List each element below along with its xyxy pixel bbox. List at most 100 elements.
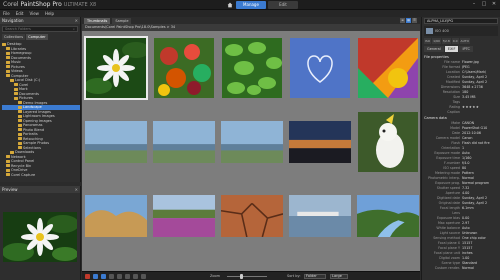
- list-view-icon[interactable]: ≡: [400, 18, 405, 23]
- folder-icon: [6, 173, 10, 177]
- filename-field[interactable]: ALPHA_LILY.JPG: [424, 18, 498, 24]
- grid-view-icon[interactable]: ▦: [406, 18, 411, 23]
- tab-iptc[interactable]: IPTC: [459, 46, 473, 52]
- info-value[interactable]: [462, 110, 500, 115]
- zoom-slider-handle[interactable]: [239, 274, 243, 279]
- info-row: Custom render. Normal: [422, 266, 500, 271]
- thumbnail-river-valley[interactable]: [357, 195, 419, 237]
- home-icon[interactable]: [227, 2, 233, 8]
- info-key: Custom render.: [434, 266, 460, 270]
- folder-search-input[interactable]: Search Folders ⌕: [2, 26, 78, 32]
- folder-icon: [6, 65, 10, 69]
- preview-title: Preview: [2, 187, 18, 192]
- app-title-main: PaintShop Pro: [20, 1, 62, 8]
- rotate-right-icon[interactable]: [101, 274, 106, 279]
- folder-icon: [6, 159, 10, 163]
- thumbnail-green-leaves[interactable]: [222, 38, 282, 98]
- app-title-prefix: Corel: [3, 1, 19, 8]
- maximize-button[interactable]: □: [480, 1, 488, 8]
- close-panel-icon[interactable]: ✕: [75, 17, 78, 24]
- folder-icon: [10, 150, 14, 154]
- share-icon[interactable]: [133, 274, 138, 279]
- breadcrumb[interactable]: Documents\Corel PaintShop Pro\18.0\Sampl…: [82, 24, 420, 31]
- tab-collections[interactable]: Collections: [2, 34, 26, 40]
- preview-image: [3, 212, 77, 262]
- folder-icon: [6, 168, 10, 172]
- folder-icon: [18, 146, 22, 150]
- navigation-title: Navigation: [2, 18, 24, 23]
- camera-summary-label: ISO 400: [435, 29, 449, 33]
- thumbnail-fruit-market[interactable]: [154, 38, 214, 98]
- print-icon[interactable]: [141, 274, 146, 279]
- thumbnail-harbor-boats[interactable]: [289, 195, 351, 237]
- close-preview-icon[interactable]: ✕: [75, 186, 78, 193]
- folder-icon: [18, 132, 22, 136]
- folder-icon: [6, 60, 10, 64]
- folder-icon: [18, 141, 22, 145]
- select-all-icon[interactable]: [109, 274, 114, 279]
- menu-file[interactable]: File: [3, 10, 10, 17]
- search-icon[interactable]: ⌕: [73, 27, 75, 31]
- thumbnail-colorful-umbrella[interactable]: [358, 38, 418, 98]
- rotate-left-icon[interactable]: [93, 274, 98, 279]
- thumbnail-cracked-clay[interactable]: [221, 195, 283, 237]
- sort-select[interactable]: Folder: [304, 274, 326, 279]
- thumbnail-water-lily[interactable]: [84, 36, 148, 100]
- thumbnail-heart-drawing[interactable]: [290, 38, 350, 98]
- zoom-label: Zoom: [210, 274, 221, 278]
- thumbnail-panorama-3[interactable]: [221, 121, 283, 163]
- folder-icon: [6, 56, 10, 60]
- camera-setting: f/2.8: [441, 38, 451, 44]
- menu-help[interactable]: Help: [45, 10, 54, 17]
- bottom-toolbar: Zoom Sort by: Folder Large: [82, 271, 420, 280]
- thumbnail-grid: [82, 31, 420, 271]
- minimize-button[interactable]: –: [470, 1, 478, 8]
- tab-computer[interactable]: Computer: [26, 34, 48, 40]
- folder-search-placeholder: Search Folders: [5, 27, 31, 31]
- thumbnail-panorama-dusk[interactable]: [289, 121, 351, 163]
- tab-exif[interactable]: EXIF: [444, 46, 459, 52]
- close-button[interactable]: ✕: [490, 1, 498, 8]
- delete-icon[interactable]: [85, 274, 90, 279]
- info-value[interactable]: Normal: [462, 266, 500, 271]
- tree-item-label: Corel Capture: [11, 172, 36, 177]
- folder-icon: [14, 96, 18, 100]
- thumbnail-tabs: Thumbnails Sample ≡ ▦ ☰: [82, 17, 420, 24]
- folder-icon: [18, 123, 22, 127]
- app-title-badge: ULTIMATE: [63, 2, 88, 8]
- menu-edit[interactable]: Edit: [16, 10, 24, 17]
- thumbnail-panorama-1[interactable]: [85, 121, 147, 163]
- details-view-icon[interactable]: ☰: [412, 18, 417, 23]
- folder-icon: [14, 87, 18, 91]
- sort-label: Sort by:: [287, 274, 301, 278]
- app-title: Corel PaintShop Pro ULTIMATE X8: [3, 1, 96, 8]
- camera-setting: 1/60: [432, 38, 441, 44]
- folder-icon: [18, 137, 22, 141]
- info-panel: ALPHA_LILY.JPG ISO 400 ISO 1/60 f/2.8 0.0 AU…: [421, 17, 500, 280]
- folder-icon: [18, 105, 22, 109]
- size-select[interactable]: Large: [330, 274, 348, 279]
- folder-icon: [18, 110, 22, 114]
- preview-panel: Preview ✕: [0, 186, 81, 280]
- title-bar: Corel PaintShop Pro ULTIMATE X8 Manage E…: [0, 0, 500, 10]
- tab-manage[interactable]: Manage: [236, 1, 266, 9]
- zoom-slider[interactable]: [227, 276, 267, 277]
- thumbnail-desert-rocks[interactable]: [85, 195, 147, 237]
- compare-icon[interactable]: [117, 274, 122, 279]
- folder-icon: [18, 128, 22, 132]
- menu-view[interactable]: View: [29, 10, 39, 17]
- folder-icon: [14, 92, 18, 96]
- tag-icon[interactable]: [125, 274, 130, 279]
- navigation-panel: Navigation ✕ Search Folders ⌕ Collection…: [0, 17, 81, 182]
- app-title-version: X8: [89, 2, 97, 8]
- tab-general[interactable]: General: [424, 46, 444, 52]
- tab-edit[interactable]: Edit: [268, 1, 298, 9]
- thumbnail-cockatoo[interactable]: [358, 112, 418, 172]
- folder-icon: [6, 51, 10, 55]
- thumbnail-panorama-2[interactable]: [153, 121, 215, 163]
- folder-icon: [2, 42, 6, 46]
- preview-header: Preview ✕: [0, 186, 80, 193]
- tree-item[interactable]: Corel Capture: [2, 173, 80, 178]
- folder-icon: [10, 78, 14, 82]
- thumbnail-flower-field[interactable]: [153, 195, 215, 237]
